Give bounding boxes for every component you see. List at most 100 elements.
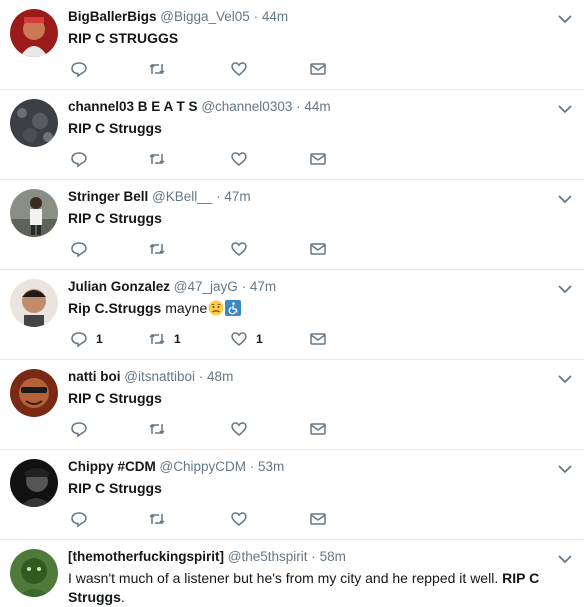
timestamp[interactable]: 47m [250,279,276,294]
timestamp[interactable]: 58m [320,549,346,564]
retweet-icon [149,513,165,525]
envelope-icon [310,243,326,255]
separator: · [311,549,316,564]
tweet-text-bold: Rip C.Struggs [68,300,162,316]
user-handle[interactable]: @47_jayG [174,279,238,294]
direct-message-button[interactable] [309,59,327,79]
display-name[interactable]: Julian Gonzalez [68,279,170,294]
tweet[interactable]: Julian Gonzalez @47_jayG · 47m Rip C.Str… [0,270,584,360]
retweet-button[interactable] [148,239,174,259]
direct-message-button[interactable] [309,329,327,349]
like-button[interactable]: 1 [230,329,263,349]
retweet-button[interactable] [148,509,174,529]
chevron-down-icon[interactable] [556,550,574,568]
avatar[interactable] [10,9,58,57]
avatar[interactable] [10,549,58,597]
reply-button[interactable] [70,419,96,439]
timestamp[interactable]: 47m [224,189,250,204]
heart-icon [231,422,247,436]
tweet-feed: BigBallerBigs @Bigga_Vel05 · 44m RIP C S… [0,0,584,606]
like-button[interactable] [230,509,256,529]
envelope-icon [310,423,326,435]
reply-button[interactable] [70,149,96,169]
retweet-icon [149,423,165,435]
user-handle[interactable]: @channel0303 [201,99,292,114]
chevron-down-icon[interactable] [556,190,574,208]
display-name[interactable]: Stringer Bell [68,189,148,204]
tweet[interactable]: [themotherfuckingspirit] @the5thspirit ·… [0,540,584,606]
reply-icon [71,242,87,258]
separator: · [253,9,259,24]
avatar[interactable] [10,279,58,327]
like-button[interactable] [230,149,256,169]
user-handle[interactable]: @the5thspirit [228,549,308,564]
tweet-header: BigBallerBigs @Bigga_Vel05 · 44m [68,9,288,24]
tweet-header: Stringer Bell @KBell__ · 47m [68,189,251,204]
retweet-button[interactable] [148,149,174,169]
timestamp[interactable]: 44m [304,99,330,114]
avatar[interactable] [10,189,58,237]
tweet-header: Chippy #CDM @ChippyCDM · 53m [68,459,284,474]
tweet[interactable]: channel03 B E A T S @channel0303 · 44m R… [0,90,584,180]
display-name[interactable]: natti boi [68,369,121,384]
tweet[interactable]: Chippy #CDM @ChippyCDM · 53m RIP C Strug… [0,450,584,540]
avatar[interactable] [10,99,58,147]
tweet-text-bold: RIP C Struggs [68,390,162,406]
tweet[interactable]: natti boi @itsnattiboi · 48m RIP C Strug… [0,360,584,450]
direct-message-button[interactable] [309,239,327,259]
tweet-text-rest: mayne [161,300,208,316]
tweet-text-bold: RIP C Struggs [68,120,162,136]
tweet-header: Julian Gonzalez @47_jayG · 47m [68,279,276,294]
direct-message-button[interactable] [309,149,327,169]
chevron-down-icon[interactable] [556,460,574,478]
retweet-button[interactable] [148,59,174,79]
heart-icon [231,242,247,256]
reply-count: 1 [96,332,103,346]
tweet-text: RIP C Struggs [68,209,568,228]
retweet-button[interactable] [148,419,174,439]
separator: · [216,189,221,204]
user-handle[interactable]: @Bigga_Vel05 [160,9,250,24]
separator: · [249,459,255,474]
tweet[interactable]: Stringer Bell @KBell__ · 47m RIP C Strug… [0,180,584,270]
avatar[interactable] [10,369,58,417]
reply-icon [71,152,87,168]
avatar[interactable] [10,459,58,507]
timestamp[interactable]: 44m [262,9,288,24]
tweet-actions [68,419,368,439]
retweet-icon [149,243,165,255]
chevron-down-icon[interactable] [556,280,574,298]
tweet[interactable]: BigBallerBigs @Bigga_Vel05 · 44m RIP C S… [0,0,584,90]
tweet-text: Rip C.Struggs mayne [68,299,568,318]
chevron-down-icon[interactable] [556,10,574,28]
like-button[interactable] [230,59,256,79]
direct-message-button[interactable] [309,419,327,439]
tweet-text-bold: RIP C Struggs [68,480,162,496]
timestamp[interactable]: 48m [207,369,233,384]
display-name[interactable]: channel03 B E A T S [68,99,198,114]
display-name[interactable]: Chippy #CDM [68,459,156,474]
chevron-down-icon[interactable] [556,100,574,118]
tweet-text: RIP C Struggs [68,479,568,498]
reply-button[interactable]: 1 [70,329,103,349]
display-name[interactable]: [themotherfuckingspirit] [68,549,224,564]
like-button[interactable] [230,239,256,259]
reply-button[interactable] [70,59,96,79]
tweet-actions [68,59,368,79]
like-button[interactable] [230,419,256,439]
tweet-actions [68,509,368,529]
envelope-icon [310,63,326,75]
direct-message-button[interactable] [309,509,327,529]
retweet-icon [149,63,165,75]
retweet-button[interactable]: 1 [148,329,181,349]
timestamp[interactable]: 53m [258,459,284,474]
user-handle[interactable]: @itsnattiboi [124,369,195,384]
user-handle[interactable]: @KBell__ [152,189,212,204]
display-name[interactable]: BigBallerBigs [68,9,157,24]
reply-icon [71,512,87,528]
reply-button[interactable] [70,239,96,259]
chevron-down-icon[interactable] [556,370,574,388]
tweet-header: channel03 B E A T S @channel0303 · 44m [68,99,331,114]
reply-button[interactable] [70,509,96,529]
user-handle[interactable]: @ChippyCDM [160,459,246,474]
